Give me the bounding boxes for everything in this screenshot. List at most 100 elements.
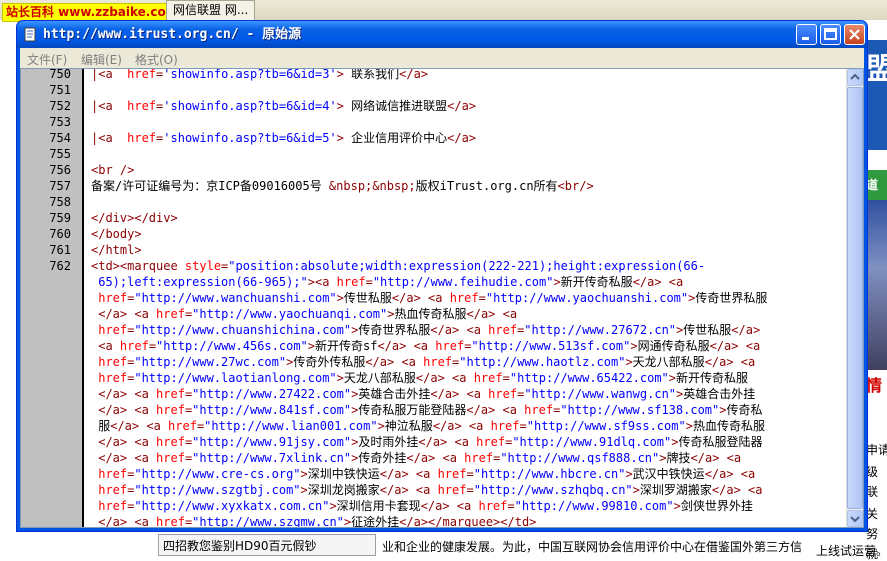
vertical-scrollbar[interactable] <box>846 69 863 527</box>
source-line: </a> <a href="http://www.szgmw.cn">征途外挂<… <box>91 514 536 527</box>
menu-edit[interactable]: 编辑(E) <box>81 51 122 68</box>
source-token: 英雄合击外挂 <box>683 387 756 401</box>
source-token: </div></div> <box>91 211 178 225</box>
minimize-button[interactable] <box>796 24 817 45</box>
source-line: <a href="http://www.456s.com">新开传奇sf</a>… <box>91 338 760 354</box>
source-token: </a> <box>399 69 429 81</box>
menu-format[interactable]: 格式(O) <box>135 51 178 68</box>
source-line: |<a href='showinfo.asp?tb=6&id=3'> 联系我们<… <box>91 69 428 82</box>
source-token: </a> <a <box>709 339 761 353</box>
source-token: href <box>156 403 185 417</box>
source-token: </a> <a <box>420 499 479 513</box>
source-token: = <box>478 291 486 305</box>
source-line: </html> <box>91 242 142 258</box>
background-news-link[interactable]: 四招教您鉴别HD90百元假钞 <box>158 534 376 556</box>
source-token: > <box>377 419 385 433</box>
arrow-up-icon <box>850 73 860 80</box>
source-line: href="http://www.xyxkatx.com.cn">深圳信用卡套现… <box>91 498 753 514</box>
source-token: "http://www.sf9ss.com" <box>526 419 686 433</box>
source-token: href <box>156 435 185 449</box>
source-token: </a> <a <box>430 323 489 337</box>
source-token: 网通传奇私服 <box>637 339 710 353</box>
source-token: href <box>435 339 465 353</box>
source-token: 65);left:expression(66-965);" <box>91 275 308 289</box>
source-token: 新开传奇sf <box>315 339 378 353</box>
line-number: 761 <box>49 243 71 257</box>
source-token: > <box>685 419 693 433</box>
menu-file[interactable]: 文件(F) <box>27 51 67 68</box>
source-token: = <box>502 371 510 385</box>
source-token: "http://www.szhqbq.cn" <box>473 483 633 497</box>
source-token: href <box>127 131 157 145</box>
scroll-up-button[interactable] <box>847 69 863 86</box>
source-token: href <box>91 291 128 305</box>
source-token: href <box>336 275 366 289</box>
source-token: 联系我们 <box>351 69 400 81</box>
source-token: "http://www.xyxkatx.com.cn" <box>134 499 330 513</box>
view-source-window[interactable]: http://www.itrust.org.cn/ - 原始源 文件(F) 编辑… <box>16 20 868 532</box>
source-token: href <box>127 69 157 81</box>
line-number: 752 <box>49 99 71 113</box>
source-token: </a> <a <box>91 515 157 527</box>
source-token: href <box>168 419 197 433</box>
maximize-button[interactable] <box>820 24 841 45</box>
source-token: </a> <a <box>377 339 436 353</box>
source-token: href <box>91 323 128 337</box>
source-token: "http://www.laotianlong.com" <box>134 371 337 385</box>
source-token: "http://www.yaochuanqi.com" <box>192 307 388 321</box>
scroll-thumb[interactable] <box>847 87 863 509</box>
source-token: |<a <box>91 131 128 145</box>
source-token: > <box>719 403 727 417</box>
source-token: "http://www.hbcre.cn" <box>473 467 626 481</box>
source-code[interactable]: |<a href='showinfo.asp?tb=6&id=3'> 联系我们<… <box>91 69 845 527</box>
source-line: href="http://www.wanchuanshi.com">传世私服</… <box>91 290 767 306</box>
line-number: 754 <box>49 131 71 145</box>
source-token: style <box>184 259 222 273</box>
source-token: </a> <a <box>391 291 450 305</box>
source-line: </a> <a href="http://www.27422.com">英雄合击… <box>91 386 755 402</box>
source-line: </a> <a href="http://www.91jsy.com">及时雨外… <box>91 434 762 450</box>
source-token: "http://www.91jsy.com" <box>192 435 352 449</box>
close-button[interactable] <box>844 24 865 45</box>
source-line: <td><marquee style="position:absolute;wi… <box>91 258 705 274</box>
source-token: 神泣私服 <box>384 419 433 433</box>
source-token: > <box>659 451 667 465</box>
scroll-down-button[interactable] <box>847 510 863 527</box>
source-token: 传奇世界私服 <box>695 291 768 305</box>
source-token: 企业信用评价中心 <box>351 131 448 145</box>
source-token: href <box>476 435 506 449</box>
source-line: href="http://www.chuanshichina.com">传奇世界… <box>91 322 760 338</box>
source-token: 传奇世界私服 <box>358 323 431 337</box>
source-token: href <box>91 467 128 481</box>
source-token: > <box>336 291 344 305</box>
maximize-icon <box>824 28 837 40</box>
source-token: 征途外挂 <box>351 515 400 527</box>
source-token: href <box>91 499 128 513</box>
background-paragraph: 业和企业的健康发展。为此，中国互联网协会信用评价中心在借鉴国外第三方信 <box>382 540 803 554</box>
source-token: </a> <a <box>711 483 763 497</box>
source-token: href <box>156 387 185 401</box>
source-view[interactable]: 750 751 752 753 754 755 756 757 758 759 760 761 762 … <box>20 68 864 528</box>
source-token: href <box>91 355 128 369</box>
source-token: </a> <a <box>418 435 477 449</box>
background-tab[interactable]: 网信联盟 网... <box>166 0 256 21</box>
source-token: href <box>119 339 149 353</box>
source-token: </a> <a <box>379 483 438 497</box>
source-token: 版权iTrust.org.cn所有 <box>415 179 558 193</box>
source-token: "http://www.456s.com" <box>156 339 308 353</box>
source-token: 新开传奇私服 <box>676 371 749 385</box>
source-token: href <box>464 451 494 465</box>
source-token: </a> <a <box>406 451 465 465</box>
source-token: > <box>307 275 315 289</box>
source-token: </a> <a <box>365 355 424 369</box>
source-token: > <box>625 467 633 481</box>
source-token: </a> <a <box>415 371 474 385</box>
source-line: </a> <a href="http://www.7xlink.cn">传奇外挂… <box>91 450 741 466</box>
source-token: > <box>307 339 315 353</box>
source-token: <br /> <box>91 163 135 177</box>
source-token: </a> <box>731 323 761 337</box>
title-bar[interactable]: http://www.itrust.org.cn/ - 原始源 <box>17 21 867 48</box>
source-token: href <box>91 371 128 385</box>
source-line: </div></div> <box>91 210 178 226</box>
source-token: </a> <a <box>704 355 756 369</box>
